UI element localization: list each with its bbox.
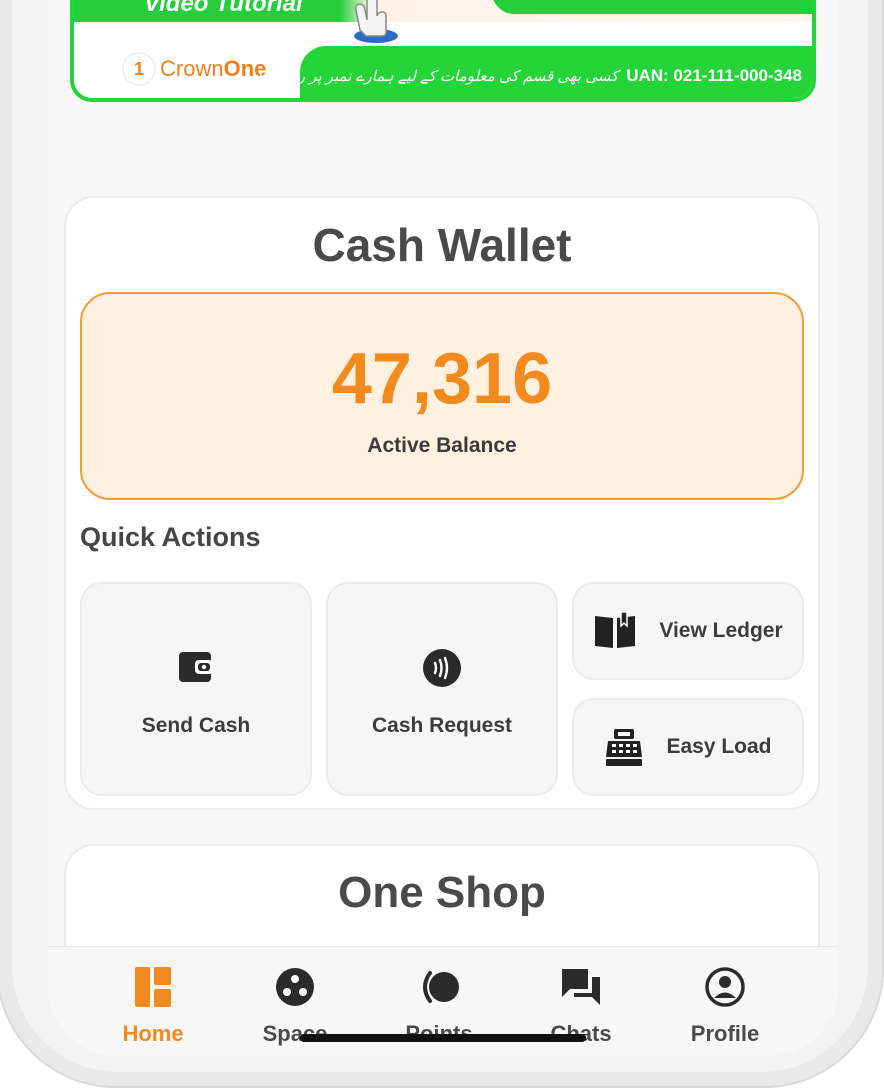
quick-actions-title: Quick Actions bbox=[80, 522, 261, 552]
easy-load-button[interactable]: Easy Load bbox=[572, 698, 804, 796]
cash-register-icon bbox=[606, 729, 643, 766]
logo-mark-icon: 1 bbox=[124, 54, 154, 84]
app-screen: Video Tutorial 1 CrownOne کسی بھی قسم کی… bbox=[48, 0, 838, 1056]
banner-title: Video Tutorial bbox=[144, 0, 303, 17]
pointer-hand-icon bbox=[354, 0, 398, 43]
view-ledger-button[interactable]: View Ledger bbox=[572, 582, 804, 680]
space-icon bbox=[276, 968, 314, 1006]
nav-profile-label: Profile bbox=[690, 1021, 760, 1046]
banner-decoration bbox=[492, 0, 812, 14]
profile-icon bbox=[705, 967, 745, 1007]
cash-wallet-card: Cash Wallet 47,316 Active Balance Quick … bbox=[64, 196, 820, 810]
active-balance-label: Active Balance bbox=[367, 434, 517, 457]
points-icon bbox=[423, 971, 459, 1003]
logo-brand-prefix: Crown bbox=[160, 56, 224, 81]
tutorial-banner[interactable]: Video Tutorial 1 CrownOne کسی بھی قسم کی… bbox=[70, 0, 816, 102]
balance-panel: 47,316 Active Balance bbox=[80, 292, 804, 500]
book-icon bbox=[595, 612, 636, 648]
wallet-icon bbox=[179, 652, 213, 682]
active-balance-value: 47,316 bbox=[331, 339, 553, 419]
easy-load-label: Easy Load bbox=[666, 735, 772, 758]
cash-wallet-title: Cash Wallet bbox=[312, 219, 572, 271]
cash-request-label: Cash Request bbox=[371, 714, 513, 737]
dashboard-icon bbox=[135, 967, 171, 1007]
nav-profile[interactable]: Profile bbox=[660, 967, 790, 1047]
send-cash-button[interactable]: Send Cash bbox=[80, 582, 312, 796]
nav-home[interactable]: Home bbox=[88, 967, 218, 1047]
home-indicator[interactable] bbox=[300, 1034, 586, 1042]
view-ledger-label: View Ledger bbox=[659, 619, 783, 642]
contactless-payment-icon bbox=[423, 649, 461, 687]
banner-contact-strip: کسی بھی قسم کی معلومات کے لیے ہمارے نمبر… bbox=[224, 46, 812, 98]
banner-uan-number: UAN: 021-111-000-348 bbox=[626, 66, 802, 85]
banner-urdu-text: کسی بھی قسم کی معلومات کے لیے ہمارے نمبر… bbox=[224, 68, 619, 85]
one-shop-title: One Shop bbox=[338, 868, 546, 917]
cash-request-button[interactable]: Cash Request bbox=[326, 582, 558, 796]
send-cash-label: Send Cash bbox=[141, 714, 251, 737]
chats-icon bbox=[562, 969, 600, 1005]
nav-home-label: Home bbox=[122, 1021, 184, 1046]
